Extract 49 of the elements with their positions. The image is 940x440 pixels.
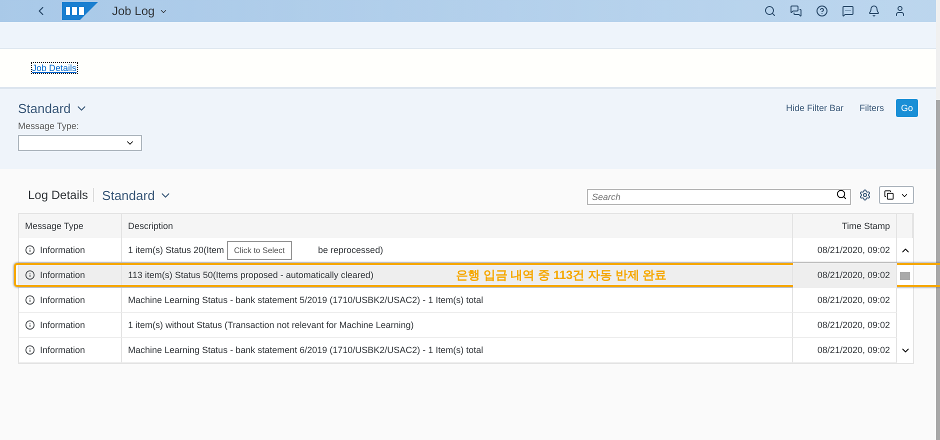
info-icon (25, 295, 35, 305)
table-cell: 08/21/2020, 09:02 (793, 338, 897, 363)
logo-icon (62, 2, 98, 20)
column-header: Message Type (19, 214, 122, 238)
message-type-text: Information (40, 320, 86, 330)
search-icon (836, 189, 847, 200)
user-icon[interactable] (894, 5, 906, 17)
table-cell: 08/21/2020, 09:02 (793, 263, 897, 288)
export-button[interactable] (879, 186, 914, 204)
copy-icon (884, 190, 894, 200)
column-header: Time Stamp (793, 214, 897, 238)
filter-action-button[interactable]: Filters (855, 103, 888, 113)
settings-icon[interactable] (859, 189, 871, 201)
info-icon (25, 345, 35, 355)
help-icon[interactable] (816, 5, 828, 17)
bell-icon[interactable] (868, 5, 880, 17)
info-icon (25, 270, 35, 280)
search-field[interactable]: Search (587, 189, 851, 205)
info-icon (25, 320, 35, 330)
description-text: 1 item(s) without Status (Transaction not relevant for Machine Learning) (128, 320, 414, 330)
scrollbar-thumb[interactable] (900, 272, 910, 280)
message-type-text: Information (40, 270, 86, 280)
feedback-icon[interactable] (842, 5, 854, 17)
message-type-text: Information (40, 295, 86, 305)
message-type-text: Information (40, 345, 86, 355)
scrollbar-thumb[interactable] (936, 100, 940, 440)
field-label: Message Type: (18, 121, 80, 131)
table-cell: 08/21/2020, 09:02 (793, 313, 897, 338)
chat-icon[interactable] (790, 5, 802, 17)
description-text: 1 item(s) Status 20(Item (128, 245, 224, 255)
description-text: be reprocessed) (318, 245, 384, 255)
app-title[interactable]: Job Log (112, 4, 168, 18)
message-type-text: Information (40, 245, 86, 255)
annotation-text: 은행 입금 내역 중 113건 자동 반제 완료 (456, 267, 667, 284)
table-cell: 08/21/2020, 09:02 (793, 288, 897, 313)
filter-action-button[interactable]: Hide Filter Bar (782, 103, 848, 113)
description-text: Machine Learning Status - bank statement 5/2019 (1710/USBK2/USAC2) - 1 Item(s) total (128, 295, 484, 305)
column-header: Description (122, 214, 793, 238)
table-cell: 08/21/2020, 09:02 (793, 238, 897, 263)
job-details-link[interactable]: Job Details (32, 63, 77, 73)
log-title: Log Details (28, 188, 94, 202)
tooltip: Click to Select (227, 241, 292, 260)
info-icon (25, 245, 35, 255)
description-text: 113 item(s) Status 50(Items proposed - automatically cleared) (128, 270, 374, 280)
go-button[interactable]: Go (896, 99, 918, 117)
search-icon[interactable] (764, 5, 776, 17)
description-text: Machine Learning Status - bank statement 6/2019 (1710/USBK2/USAC2) - 1 Item(s) total (128, 345, 484, 355)
variant-selector[interactable]: Standard (18, 100, 88, 116)
variant-selector[interactable]: Standard (102, 188, 172, 202)
